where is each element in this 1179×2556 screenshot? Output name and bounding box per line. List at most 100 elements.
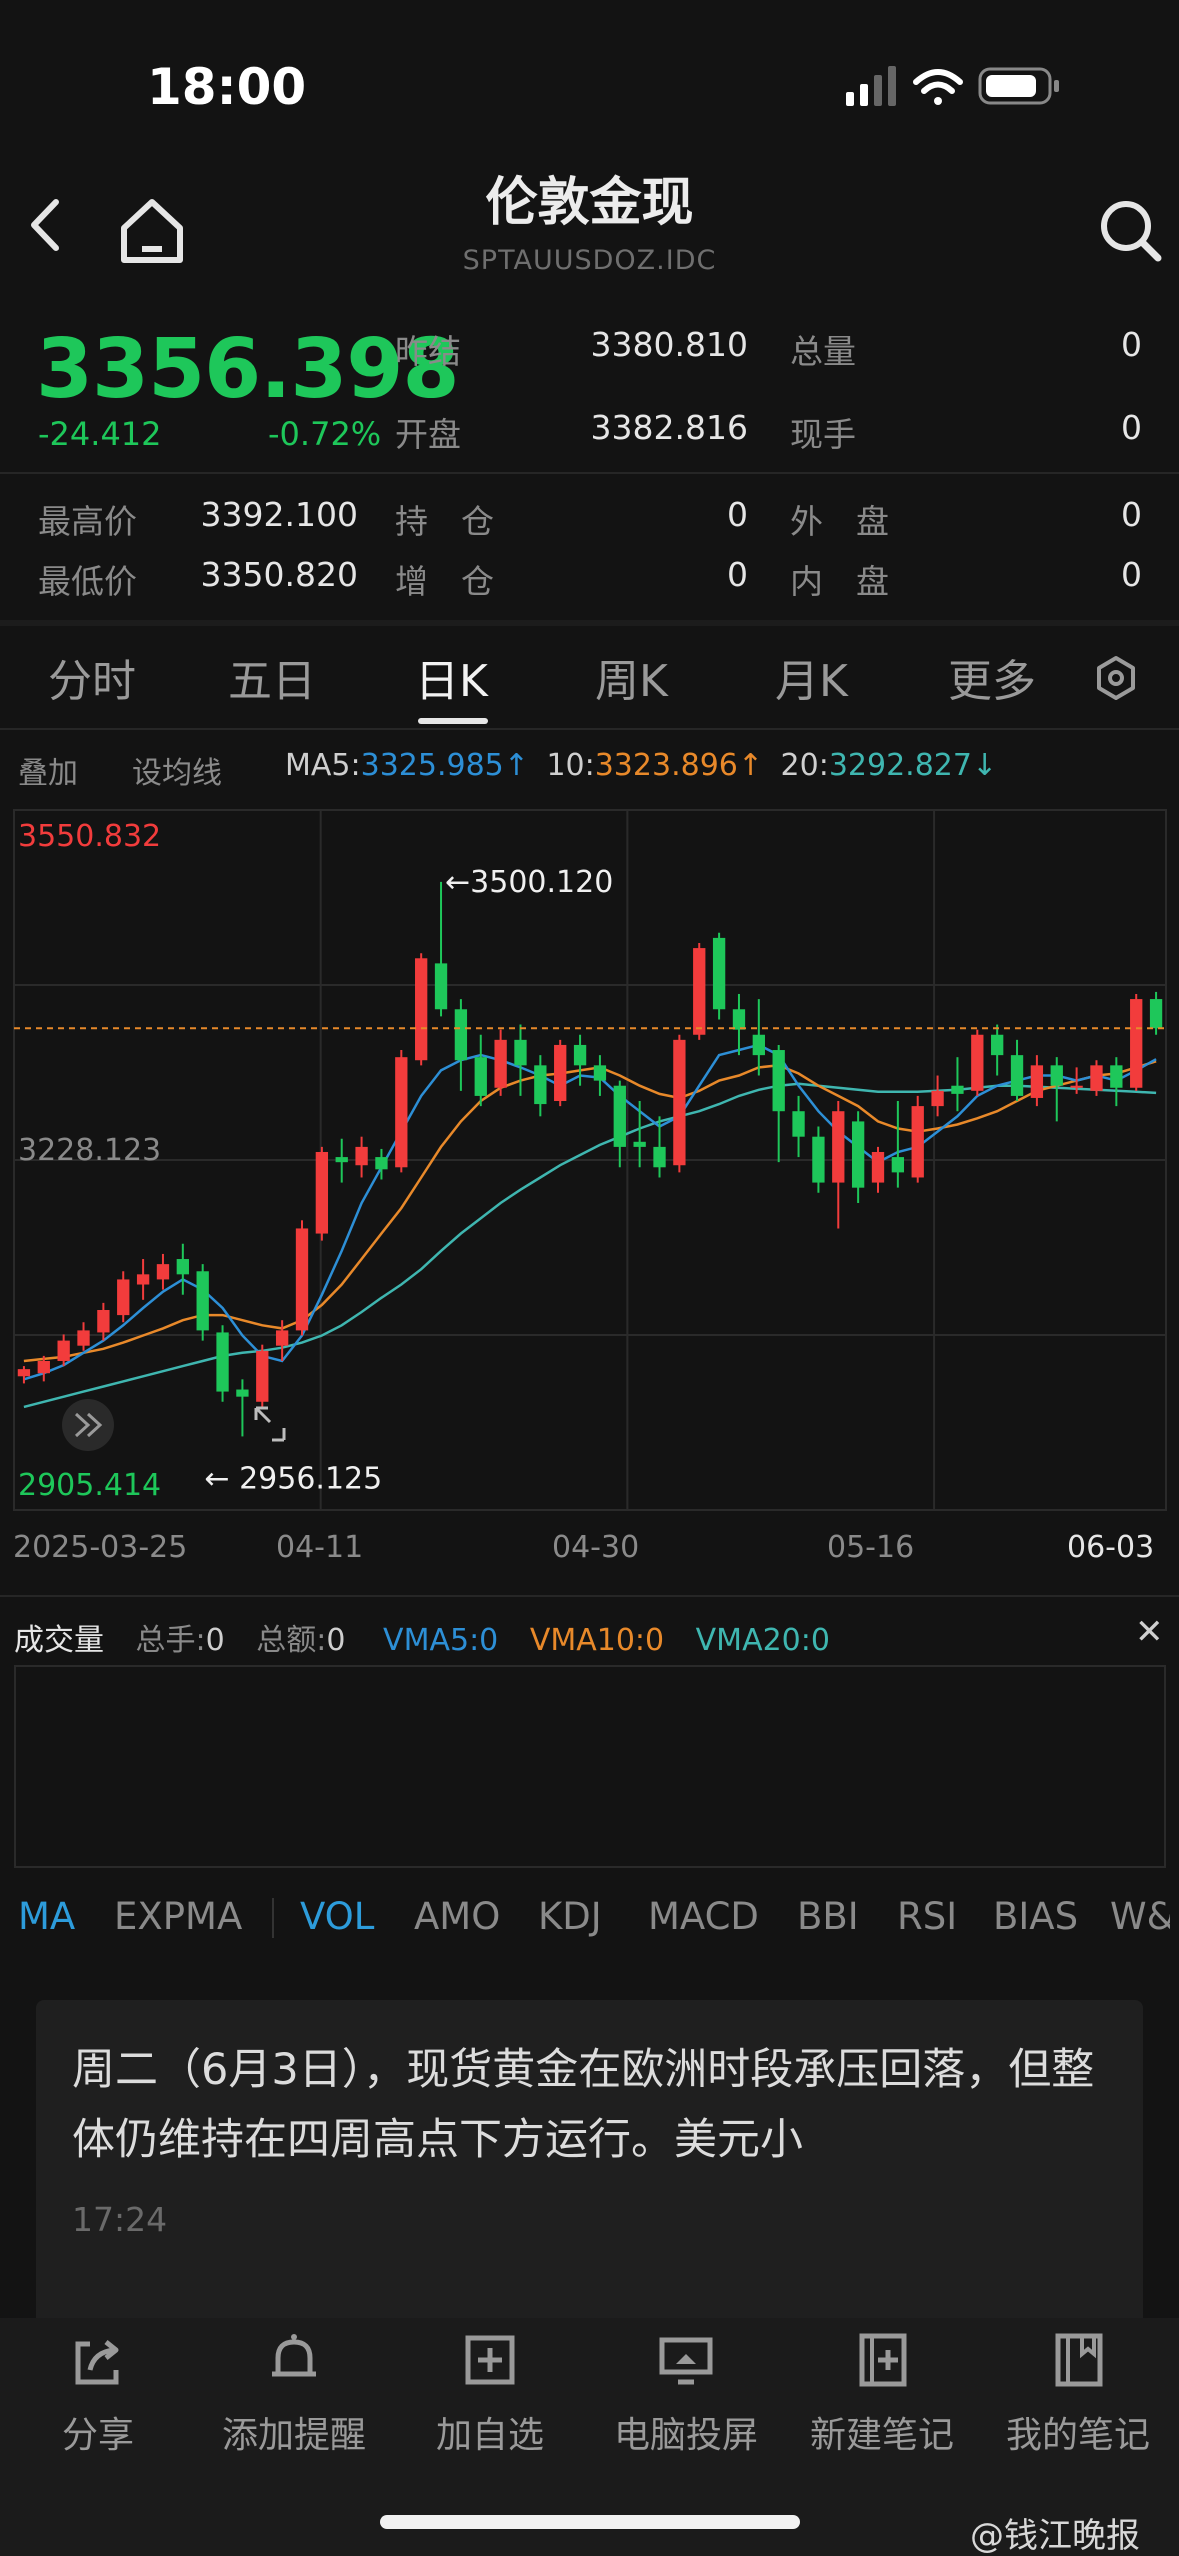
- high-label: 最高价: [38, 502, 137, 541]
- candle: [971, 1029, 984, 1096]
- divider: [0, 472, 1179, 474]
- candle: [176, 1243, 189, 1295]
- symbol-code: SPTAUUSDOZ.IDC: [462, 245, 717, 276]
- tab-5day[interactable]: 五日: [228, 645, 316, 709]
- open-interest-value: 0: [727, 495, 748, 534]
- candle: [335, 1138, 348, 1183]
- watermark: @钱江晚报: [970, 2516, 1140, 2556]
- add-watchlist-label: 加自选: [435, 2415, 544, 2456]
- candle: [673, 1034, 686, 1173]
- divider: [272, 1898, 274, 1938]
- indicator-tab-ma[interactable]: MA: [18, 1895, 75, 1938]
- kline-chart[interactable]: 3550.832 3228.123 2905.414 ←3500.120 ← 2…: [0, 800, 1179, 1570]
- indicator-tab-kdj[interactable]: KDJ: [538, 1895, 602, 1938]
- new-note-button[interactable]: 新建笔记: [784, 2330, 980, 2458]
- home-indicator[interactable]: [380, 2515, 800, 2529]
- search-icon[interactable]: [1090, 190, 1170, 270]
- candle-body: [275, 1330, 289, 1346]
- indicator-tab-bias[interactable]: BIAS: [993, 1895, 1078, 1938]
- indicator-tab-expma[interactable]: EXPMA: [114, 1895, 242, 1938]
- candle: [792, 1095, 805, 1158]
- tab-more[interactable]: 更多: [948, 645, 1036, 709]
- candle-body: [1050, 1065, 1063, 1086]
- candle-body: [931, 1090, 944, 1107]
- cast-icon: [659, 2337, 713, 2385]
- candle-body: [375, 1157, 388, 1170]
- oi-change-label: 增 仓: [395, 562, 494, 601]
- settings-icon[interactable]: [1093, 655, 1139, 701]
- add-watchlist-button[interactable]: 加自选: [392, 2330, 588, 2458]
- tab-monthly-k[interactable]: 月K: [775, 645, 848, 709]
- ma20-value: 3292.827↓: [828, 748, 998, 783]
- candle-body: [415, 958, 428, 1061]
- candle-body: [871, 1151, 885, 1183]
- candle-body: [673, 1039, 686, 1166]
- candle: [136, 1259, 150, 1300]
- ma5-label: MA5:: [285, 748, 361, 783]
- candle-body: [315, 1151, 329, 1234]
- candle: [315, 1146, 329, 1241]
- candle: [554, 1039, 567, 1107]
- indicator-tab-bbi[interactable]: BBI: [797, 1895, 859, 1938]
- candle-body: [653, 1146, 666, 1168]
- candle-body: [156, 1264, 170, 1280]
- add-alert-button[interactable]: 添加提醒: [196, 2330, 392, 2458]
- x-axis-label: 06-03: [1067, 1530, 1155, 1565]
- ma10-line: [23, 1060, 1157, 1363]
- cast-screen-button[interactable]: 电脑投屏: [588, 2330, 784, 2458]
- tab-weekly-k[interactable]: 周K: [595, 645, 668, 709]
- expand-icon: [62, 1399, 114, 1451]
- open-value: 3382.816: [590, 408, 748, 447]
- candle-body: [1070, 1085, 1083, 1088]
- candle-body: [176, 1259, 189, 1275]
- set-ma-button[interactable]: 设均线: [132, 748, 222, 792]
- candle: [593, 1055, 607, 1096]
- x-axis-label: 2025-03-25: [13, 1530, 188, 1565]
- oi-change-value: 0: [727, 555, 748, 594]
- close-icon[interactable]: ✕: [1135, 1612, 1164, 1652]
- tab-daily-k[interactable]: 日K: [415, 645, 488, 709]
- overlay-button[interactable]: 叠加: [18, 748, 78, 792]
- candle-body: [196, 1271, 209, 1331]
- volume-chart[interactable]: [14, 1665, 1166, 1868]
- new-note-icon: [859, 2333, 907, 2387]
- my-notes-label: 我的笔记: [1005, 2415, 1150, 2456]
- candle-body: [554, 1044, 567, 1102]
- indicator-tab-vol[interactable]: VOL: [300, 1895, 374, 1938]
- indicator-tab-rsi[interactable]: RSI: [897, 1895, 957, 1938]
- share-button[interactable]: 分享: [0, 2330, 196, 2458]
- candle: [1030, 1055, 1044, 1107]
- candle-body: [693, 948, 706, 1035]
- candle-body: [573, 1044, 587, 1066]
- active-tab-indicator: [418, 718, 488, 724]
- ma20-line: [23, 1082, 1157, 1409]
- min-price-marker: ← 2956.125: [204, 1461, 382, 1496]
- candle-body: [971, 1034, 984, 1091]
- candle-body: [37, 1360, 50, 1374]
- candle: [851, 1111, 865, 1203]
- indicator-tab-wr[interactable]: W&: [1110, 1895, 1170, 1938]
- indicator-tab-macd[interactable]: MACD: [648, 1895, 759, 1938]
- share-label: 分享: [61, 2415, 134, 2456]
- candle-body: [593, 1065, 607, 1081]
- open-label: 开盘: [395, 415, 461, 454]
- candle-body: [1110, 1065, 1123, 1088]
- total-hands-value: 0: [205, 1623, 225, 1658]
- ma10-value: 3323.896↑: [594, 748, 763, 783]
- candle-body: [256, 1350, 269, 1402]
- ma5-legend: MA5:3325.985↑ 10:3323.896↑ 20:3292.827↓: [285, 748, 997, 783]
- x-axis-label: 04-30: [552, 1530, 640, 1565]
- candle-body: [1010, 1055, 1024, 1096]
- candle-body: [752, 1034, 765, 1056]
- low-label: 最低价: [38, 562, 137, 601]
- candle: [812, 1126, 825, 1193]
- divider: [0, 620, 1179, 626]
- candle: [1050, 1057, 1063, 1122]
- candle-body: [891, 1157, 905, 1173]
- indicator-tab-amo[interactable]: AMO: [414, 1895, 500, 1938]
- news-time: 17:24: [72, 2200, 168, 2239]
- candle: [871, 1146, 885, 1193]
- tab-intraday[interactable]: 分时: [48, 645, 136, 709]
- my-notes-button[interactable]: 我的笔记: [980, 2330, 1176, 2458]
- candle-body: [77, 1330, 90, 1346]
